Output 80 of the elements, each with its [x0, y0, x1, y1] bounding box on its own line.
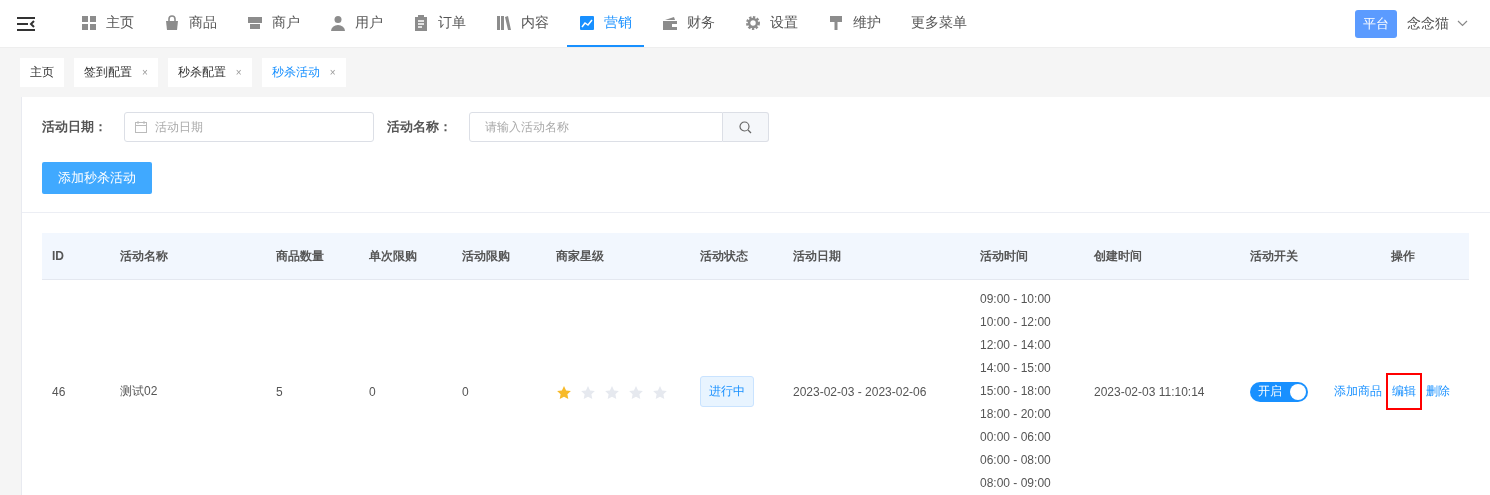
column-header: 活动限购 — [462, 248, 510, 263]
filter-label: 活动日期： — [42, 118, 108, 136]
time-slot: 10:00 - 12:00 — [980, 311, 1074, 334]
star-icon — [580, 385, 596, 401]
time-slot: 18:00 - 20:00 — [980, 403, 1074, 426]
platform-badge: 平台 — [1355, 9, 1397, 38]
column-header: 商品数量 — [276, 248, 324, 263]
nav-item[interactable]: 订单 — [401, 0, 478, 47]
search-button[interactable] — [723, 112, 769, 142]
nav-label: 商品 — [189, 13, 217, 32]
page-tab[interactable]: 主页 — [20, 58, 64, 87]
grid-icon — [81, 14, 97, 31]
table-cell: 5 — [276, 384, 283, 399]
time-slot: 15:00 - 18:00 — [980, 380, 1074, 403]
nav-item[interactable]: 商品 — [152, 0, 229, 47]
nav-label: 商户 — [272, 13, 300, 32]
time-slot: 06:00 - 08:00 — [980, 449, 1074, 472]
time-slot: 00:00 - 06:00 — [980, 426, 1074, 449]
nav-label: 内容 — [521, 13, 549, 32]
chart-icon — [579, 14, 595, 31]
column-header: 活动时间 — [980, 248, 1028, 263]
nav-item[interactable]: 设置 — [733, 0, 810, 47]
nav-item[interactable]: 用户 — [318, 0, 395, 47]
settings-icon — [745, 14, 761, 31]
table-cell: 0 — [462, 384, 469, 399]
nav-label: 用户 — [355, 13, 383, 32]
chevron-down-icon — [1457, 20, 1468, 27]
column-header: 创建时间 — [1094, 248, 1142, 263]
column-header: 单次限购 — [369, 248, 417, 263]
nav-item[interactable]: 商户 — [235, 0, 312, 47]
nav-label: 主页 — [106, 13, 134, 32]
time-slot: 08:00 - 09:00 — [980, 472, 1074, 495]
table-cell: 2023-02-03 11:10:14 — [1094, 384, 1205, 399]
bag-icon — [164, 14, 180, 31]
nav-item[interactable]: 财务 — [650, 0, 727, 47]
table-cell: 2023-02-03 - 2023-02-06 — [793, 384, 927, 399]
wallet-icon — [662, 14, 678, 31]
nav-label: 营销 — [604, 13, 632, 32]
nav-label: 财务 — [687, 13, 715, 32]
calendar-icon — [135, 121, 147, 133]
column-header: 活动开关 — [1250, 248, 1298, 263]
star-icon — [556, 385, 572, 401]
nav-item[interactable]: 内容 — [484, 0, 561, 47]
nav-label: 设置 — [770, 13, 798, 32]
clipboard-icon — [413, 14, 429, 31]
star-icon — [604, 385, 620, 401]
nav-label: 更多菜单 — [911, 13, 967, 32]
star-icon — [628, 385, 644, 401]
books-icon — [496, 14, 512, 31]
column-header: 活动日期 — [793, 248, 841, 263]
column-header: ID — [52, 249, 64, 263]
star-icon — [652, 385, 668, 401]
time-slot: 12:00 - 14:00 — [980, 334, 1074, 357]
date-field[interactable]: 活动日期 — [124, 112, 374, 142]
column-header: 操作 — [1390, 248, 1415, 263]
page-tab[interactable]: 秒杀配置 × — [167, 58, 252, 87]
user-menu[interactable]: 念念猫 — [1407, 14, 1468, 33]
nav-label: 订单 — [438, 13, 466, 32]
name-search-field[interactable]: 请输入活动名称 — [469, 112, 723, 142]
status-tag: 进行中 — [700, 376, 754, 407]
table-cell: 0 — [369, 384, 376, 399]
column-header: 活动状态 — [700, 248, 748, 263]
column-header: 商家星级 — [556, 248, 604, 263]
user-icon — [330, 14, 346, 31]
menu-icon[interactable] — [17, 16, 35, 31]
star-rating[interactable] — [556, 385, 668, 401]
page-tab[interactable]: 签到配置 × — [74, 58, 158, 87]
filter-label: 活动名称： — [387, 118, 453, 136]
nav-item[interactable]: 主页 — [69, 0, 146, 47]
search-icon — [739, 120, 752, 134]
shop-icon — [247, 14, 263, 31]
nav-label: 维护 — [853, 13, 881, 32]
table-cell: 测试02 — [120, 384, 158, 398]
roller-icon — [828, 14, 844, 31]
nav-item[interactable]: 维护 — [816, 0, 893, 47]
column-header: 活动名称 — [120, 248, 168, 263]
time-slot: 09:00 - 10:00 — [980, 288, 1074, 311]
table-cell: 46 — [52, 384, 66, 399]
nav-item[interactable]: 更多菜单 — [899, 0, 979, 47]
time-slot: 14:00 - 15:00 — [980, 357, 1074, 380]
